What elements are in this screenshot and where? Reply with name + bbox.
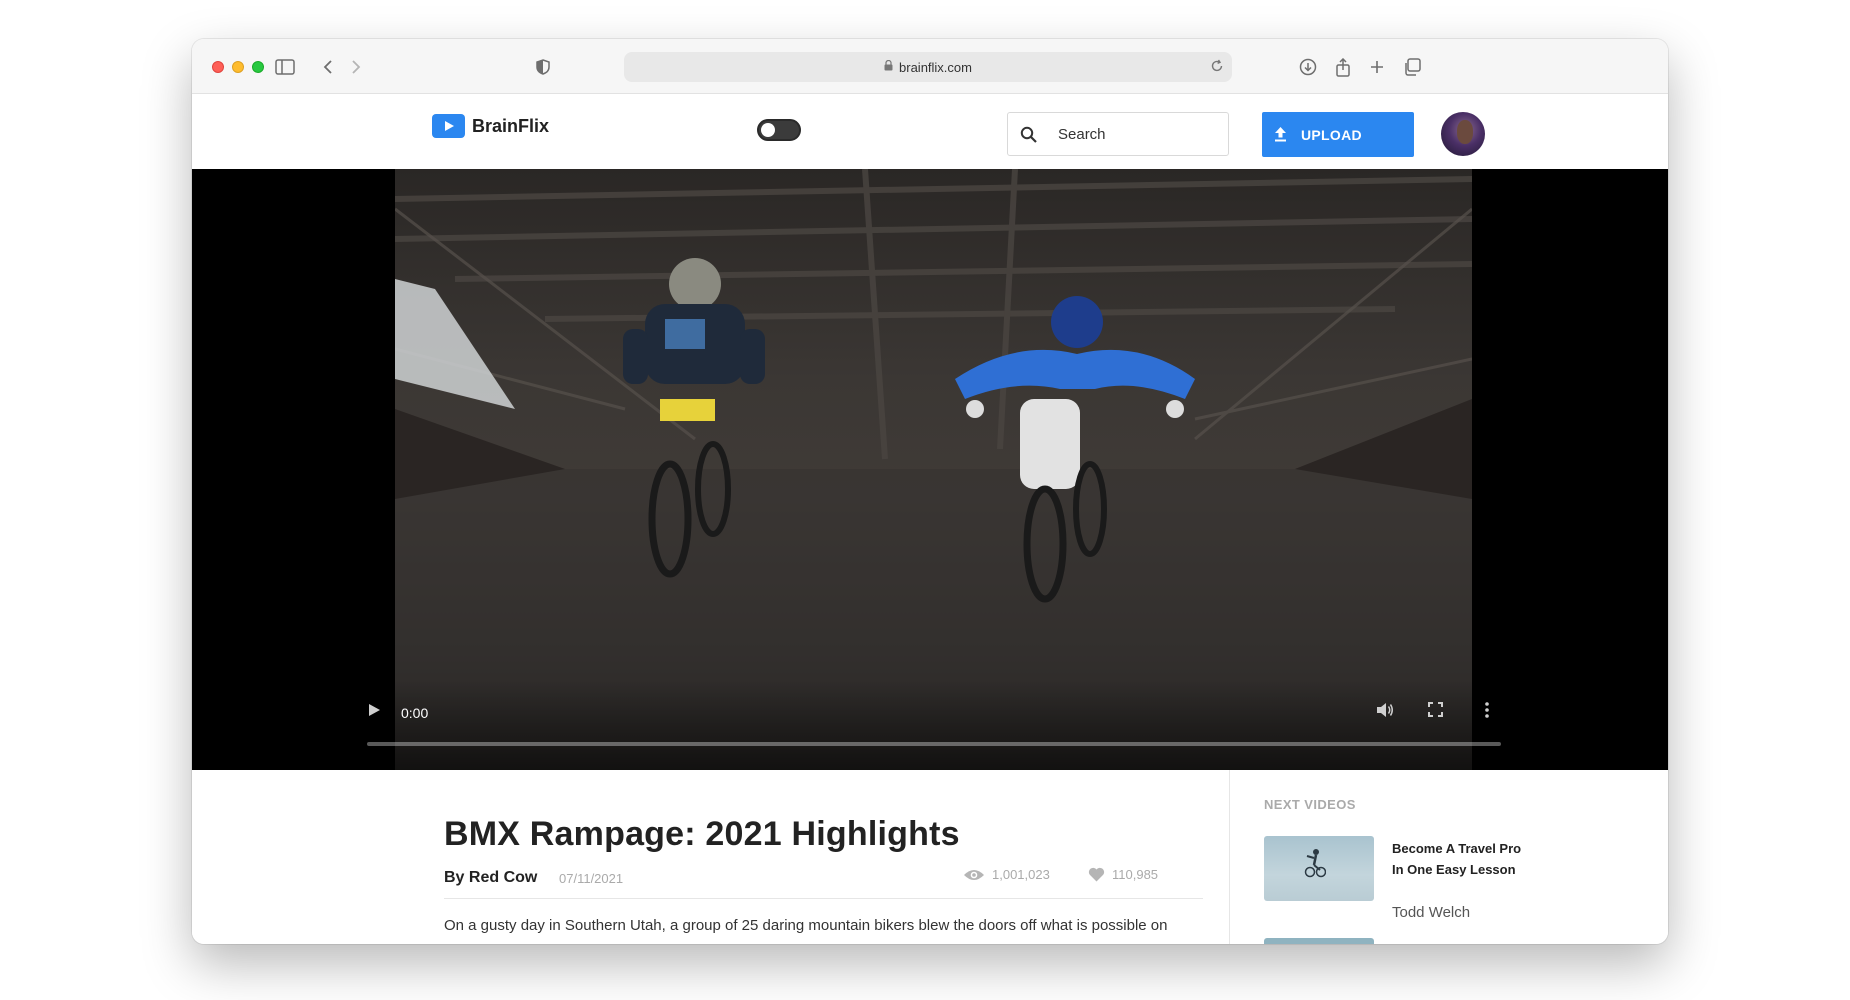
next-videos-heading: NEXT VIDEOS xyxy=(1264,797,1356,812)
eye-icon xyxy=(964,869,984,880)
video-time: 0:00 xyxy=(401,705,429,721)
back-chevron-icon[interactable] xyxy=(315,54,341,80)
user-avatar[interactable] xyxy=(1441,112,1485,156)
address-bar[interactable]: brainflix.com xyxy=(624,52,1232,82)
search-box[interactable] xyxy=(1007,112,1229,156)
next-video-title[interactable]: Become A Travel Pro In One Easy Lesson xyxy=(1392,838,1522,880)
next-video-thumbnail[interactable] xyxy=(1264,836,1374,901)
avatar-face xyxy=(1457,120,1473,144)
video-details-section: BMX Rampage: 2021 Highlights By Red Cow … xyxy=(192,770,1668,944)
likes-stat[interactable]: 110,985 xyxy=(1088,867,1158,882)
play-logo-icon xyxy=(432,114,465,138)
video-author[interactable]: By Red Cow xyxy=(444,869,537,887)
tab-overview-icon[interactable] xyxy=(1399,54,1425,80)
more-options-icon[interactable] xyxy=(1484,701,1490,724)
heart-icon xyxy=(1088,867,1105,882)
views-count: 1,001,023 xyxy=(992,867,1050,882)
sidebar-toggle-icon[interactable] xyxy=(272,54,298,80)
upload-icon xyxy=(1274,127,1287,142)
minimize-window-button[interactable] xyxy=(232,61,244,73)
details-divider xyxy=(444,898,1203,899)
video-date: 07/11/2021 xyxy=(559,871,624,886)
upload-button[interactable]: UPLOAD xyxy=(1262,112,1414,157)
video-controls xyxy=(192,680,1668,770)
sidebar-divider xyxy=(1229,770,1230,944)
forward-chevron-icon[interactable] xyxy=(343,54,369,80)
toggle-knob xyxy=(761,123,775,137)
lock-icon xyxy=(884,59,893,74)
download-icon[interactable] xyxy=(1295,54,1321,80)
search-icon xyxy=(1008,126,1048,143)
play-icon[interactable] xyxy=(368,703,381,722)
reload-icon[interactable] xyxy=(1210,59,1224,76)
browser-toolbar: brainflix.com xyxy=(192,39,1668,94)
views-stat: 1,001,023 xyxy=(963,867,1050,882)
likes-count: 110,985 xyxy=(1112,867,1159,882)
zoom-window-button[interactable] xyxy=(252,61,264,73)
share-icon[interactable] xyxy=(1330,54,1356,80)
volume-icon[interactable] xyxy=(1376,702,1394,723)
search-input[interactable] xyxy=(1058,125,1218,143)
video-progress-bar[interactable] xyxy=(367,742,1501,746)
video-description: On a gusty day in Southern Utah, a group… xyxy=(444,917,1168,934)
bmx-rider-thumbnail-image xyxy=(1304,849,1326,878)
video-title: BMX Rampage: 2021 Highlights xyxy=(444,815,960,853)
address-text: brainflix.com xyxy=(899,59,972,75)
close-window-button[interactable] xyxy=(212,61,224,73)
brand-name: BrainFlix xyxy=(472,115,550,136)
privacy-shield-icon[interactable] xyxy=(530,54,556,80)
video-player[interactable]: 0:00 xyxy=(192,169,1668,770)
theme-toggle[interactable] xyxy=(757,119,801,141)
browser-window: brainflix.com BrainFlix Search UPLOAD 0:… xyxy=(192,39,1668,944)
fullscreen-icon[interactable] xyxy=(1428,702,1443,722)
new-tab-plus-icon[interactable] xyxy=(1364,54,1390,80)
upload-label: UPLOAD xyxy=(1301,126,1362,143)
next-video-thumbnail-partial[interactable] xyxy=(1264,938,1374,944)
site-header: BrainFlix UPLOAD xyxy=(192,94,1668,169)
brainflix-logo[interactable]: BrainFlix xyxy=(432,114,549,138)
next-video-author: Todd Welch xyxy=(1392,904,1471,921)
